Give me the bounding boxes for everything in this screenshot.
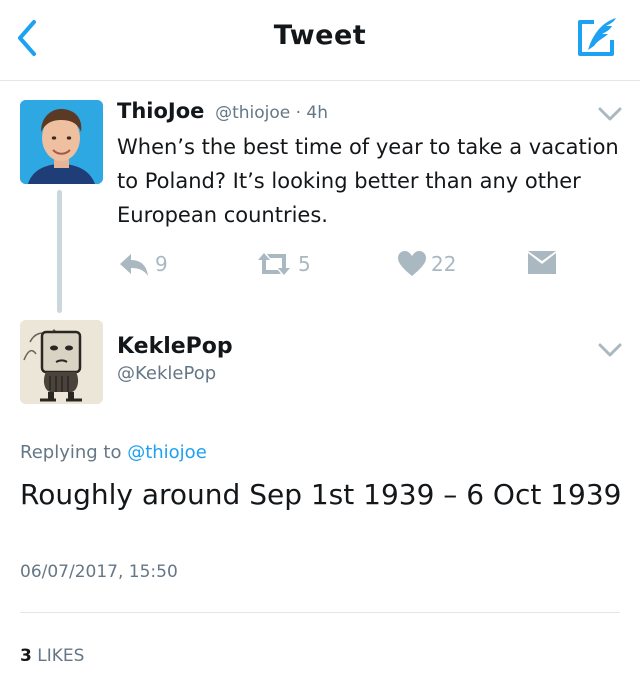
retweet-button[interactable]: 5 <box>254 250 311 278</box>
replying-to-label: Replying to <box>20 442 128 463</box>
avatar-thiojoe[interactable] <box>20 100 103 184</box>
author-meta: @thiojoe · 4h <box>215 103 329 123</box>
retweet-count: 5 <box>298 252 311 276</box>
compose-tweet-icon <box>578 18 616 56</box>
likes-number: 3 <box>20 646 32 666</box>
avatar-keklepop[interactable] <box>20 320 103 404</box>
tweet-actions: 9 5 22 <box>117 250 567 284</box>
profile-drawing <box>20 320 103 404</box>
heart-icon <box>398 251 426 276</box>
reply-author-handle[interactable]: @KeklePop <box>117 363 216 384</box>
reply-tweet-text: Roughly around Sep 1st 1939 – 6 Oct 1939 <box>20 478 622 511</box>
page-title: Tweet <box>273 20 367 51</box>
chevron-down-icon[interactable] <box>598 342 622 358</box>
divider <box>20 612 620 613</box>
tweet-timestamp: 06/07/2017, 15:50 <box>20 562 178 582</box>
like-button[interactable]: 22 <box>397 250 456 278</box>
tweet-text: When’s the best time of year to take a v… <box>117 135 619 227</box>
author-name[interactable]: ThioJoe <box>117 99 204 123</box>
reply-button[interactable]: 9 <box>117 250 168 278</box>
retweet-icon <box>258 253 290 275</box>
replying-to-mention[interactable]: @thiojoe <box>127 442 207 463</box>
reply-count: 9 <box>155 252 168 276</box>
profile-photo <box>20 100 103 184</box>
chevron-down-icon[interactable] <box>598 106 622 122</box>
tweet-header: ThioJoe @thiojoe · 4h <box>117 99 328 123</box>
likes-count-link[interactable]: 3 LIKES <box>20 646 84 666</box>
envelope-icon <box>528 251 556 274</box>
reply-author-name[interactable]: KeklePop <box>117 334 233 359</box>
thread-connector-line <box>57 190 62 313</box>
like-count: 22 <box>431 252 457 276</box>
compose-tweet-button[interactable] <box>574 14 620 60</box>
direct-message-button[interactable] <box>527 250 557 276</box>
likes-label: LIKES <box>31 646 85 666</box>
top-nav-bar: Tweet <box>0 0 640 81</box>
reply-icon <box>120 254 148 276</box>
replying-to-line: Replying to @thiojoe <box>20 442 207 463</box>
